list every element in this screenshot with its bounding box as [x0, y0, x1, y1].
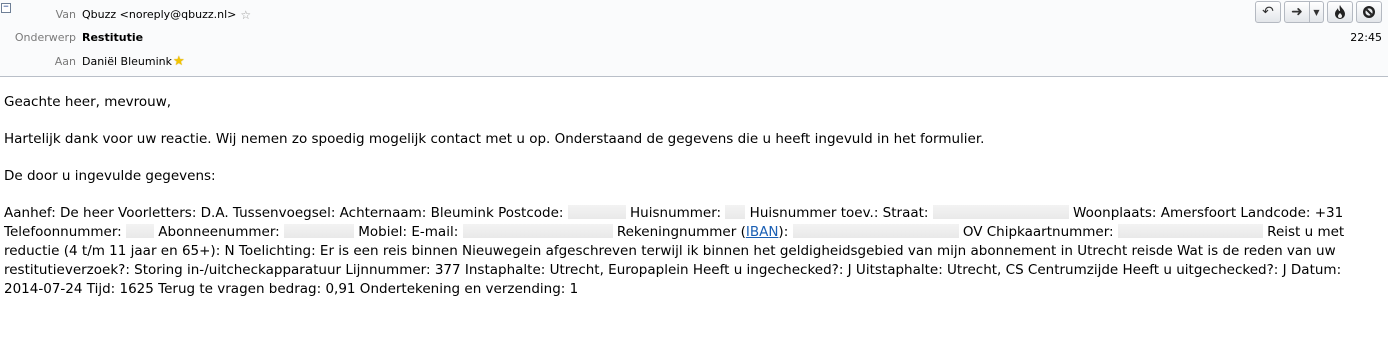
redacted-phone	[126, 224, 155, 238]
subject-label: Onderwerp	[14, 31, 76, 44]
junk-flame-icon	[1335, 5, 1345, 19]
star-filled-icon[interactable]: ★	[173, 55, 185, 69]
redacted-subscription	[283, 224, 354, 238]
message-header: − Van Qbuzz <noreply@qbuzz.nl> ☆ Onderwe…	[0, 0, 1388, 77]
delete-button[interactable]	[1356, 1, 1382, 23]
redacted-street	[932, 205, 1069, 219]
to-recipient[interactable]: Daniël Bleumink	[82, 55, 172, 69]
chevron-down-icon: ▼	[1313, 7, 1320, 17]
redacted-ov-chipcard	[1117, 224, 1263, 238]
data-heading: De door u ingevulde gegevens:	[4, 168, 216, 184]
forward-button[interactable]: ➜	[1284, 1, 1310, 23]
to-label: Aan	[54, 55, 76, 68]
message-toolbar: ↶ ➜ ▼	[1252, 1, 1382, 23]
redacted-postcode	[567, 205, 626, 219]
message-time: 22:45	[1350, 31, 1382, 44]
forward-icon: ➜	[1291, 4, 1303, 20]
redacted-housenumber	[725, 205, 746, 219]
from-address[interactable]: Qbuzz <noreply@qbuzz.nl>	[82, 8, 236, 22]
redacted-email	[462, 224, 613, 238]
redacted-account-number	[792, 224, 959, 238]
star-outline-icon[interactable]: ☆	[240, 8, 251, 22]
iban-link[interactable]: IBAN	[746, 224, 779, 240]
from-label: Van	[55, 8, 76, 21]
junk-button[interactable]	[1327, 1, 1353, 23]
forward-group: ➜ ▼	[1284, 1, 1324, 23]
details-paragraph: Aanhef: De heer Voorletters: D.A. Tussen…	[4, 205, 1345, 297]
subject-value: Restitutie	[82, 31, 144, 44]
delete-icon	[1363, 6, 1375, 18]
reply-button[interactable]: ↶	[1255, 1, 1281, 23]
forward-dropdown-button[interactable]: ▼	[1310, 1, 1324, 23]
intro-paragraph: Hartelijk dank voor uw reactie. Wij neme…	[4, 131, 985, 147]
message-body: Geachte heer, mevrouw, Hartelijk dank vo…	[4, 93, 1382, 317]
reply-icon: ↶	[1262, 4, 1274, 20]
greeting: Geachte heer, mevrouw,	[4, 94, 172, 110]
